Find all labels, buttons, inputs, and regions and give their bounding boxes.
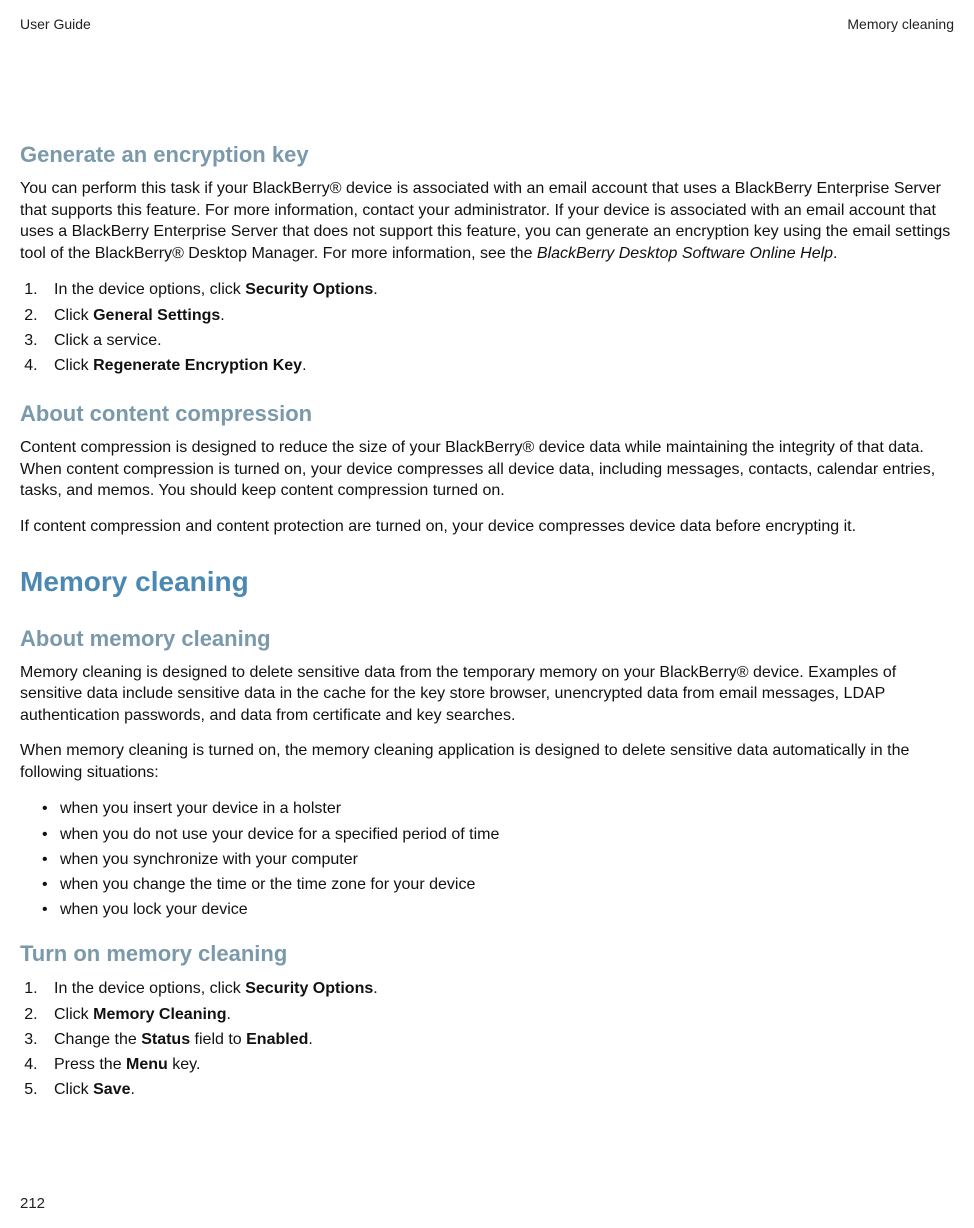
text: . xyxy=(130,1081,134,1098)
text-bold: Regenerate Encryption Key xyxy=(93,357,302,374)
steps-turn-on-memory-cleaning: In the device options, click Security Op… xyxy=(20,977,954,1101)
text: Change the xyxy=(54,1031,141,1048)
text: . xyxy=(373,980,377,997)
text: Click a service. xyxy=(54,332,162,349)
text: . xyxy=(833,245,837,262)
text-bold: General Settings xyxy=(93,307,220,324)
list-item: In the device options, click Security Op… xyxy=(42,278,954,301)
bullet-list-memory-cleaning-situations: when you insert your device in a holster… xyxy=(20,797,954,921)
text: when you lock your device xyxy=(60,901,248,918)
document-page: User Guide Memory cleaning Generate an e… xyxy=(0,0,974,1228)
paragraph: Content compression is designed to reduc… xyxy=(20,437,954,502)
paragraph: If content compression and content prote… xyxy=(20,516,954,538)
text: when you change the time or the time zon… xyxy=(60,876,475,893)
page-header: User Guide Memory cleaning xyxy=(20,16,954,32)
paragraph: You can perform this task if your BlackB… xyxy=(20,178,954,264)
text: when you do not use your device for a sp… xyxy=(60,826,499,843)
list-item: In the device options, click Security Op… xyxy=(42,977,954,1000)
text: Click xyxy=(54,1006,93,1023)
text: Click xyxy=(54,1081,93,1098)
heading-about-memory-cleaning: About memory cleaning xyxy=(20,626,954,652)
text-bold: Status xyxy=(141,1031,190,1048)
text: Click xyxy=(54,357,93,374)
text: . xyxy=(302,357,306,374)
list-item: Click General Settings. xyxy=(42,304,954,327)
list-item: when you do not use your device for a sp… xyxy=(42,823,954,846)
header-right: Memory cleaning xyxy=(847,16,954,32)
steps-generate-encryption-key: In the device options, click Security Op… xyxy=(20,278,954,377)
list-item: Click a service. xyxy=(42,329,954,352)
list-item: Change the Status field to Enabled. xyxy=(42,1028,954,1051)
text: In the device options, click xyxy=(54,980,245,997)
list-item: when you change the time or the time zon… xyxy=(42,873,954,896)
paragraph: Memory cleaning is designed to delete se… xyxy=(20,662,954,727)
text-bold: Menu xyxy=(126,1056,168,1073)
list-item: when you synchronize with your computer xyxy=(42,848,954,871)
text: Press the xyxy=(54,1056,126,1073)
list-item: when you lock your device xyxy=(42,898,954,921)
heading-memory-cleaning: Memory cleaning xyxy=(20,566,954,598)
text: . xyxy=(373,281,377,298)
text-bold: Save xyxy=(93,1081,130,1098)
text: field to xyxy=(190,1031,246,1048)
page-number: 212 xyxy=(20,1195,45,1212)
text: In the device options, click xyxy=(54,281,245,298)
text: key. xyxy=(168,1056,201,1073)
paragraph: When memory cleaning is turned on, the m… xyxy=(20,740,954,783)
text: when you insert your device in a holster xyxy=(60,800,341,817)
header-left: User Guide xyxy=(20,16,91,32)
text: when you synchronize with your computer xyxy=(60,851,358,868)
text-bold: Security Options xyxy=(245,980,373,997)
list-item: Click Save. xyxy=(42,1078,954,1101)
heading-about-content-compression: About content compression xyxy=(20,401,954,427)
list-item: Click Memory Cleaning. xyxy=(42,1003,954,1026)
text: Click xyxy=(54,307,93,324)
text-italic: BlackBerry Desktop Software Online Help xyxy=(537,245,833,262)
heading-generate-encryption-key: Generate an encryption key xyxy=(20,142,954,168)
text-bold: Security Options xyxy=(245,281,373,298)
list-item: when you insert your device in a holster xyxy=(42,797,954,820)
text-bold: Enabled xyxy=(246,1031,308,1048)
text-bold: Memory Cleaning xyxy=(93,1006,226,1023)
list-item: Click Regenerate Encryption Key. xyxy=(42,354,954,377)
text: . xyxy=(226,1006,230,1023)
list-item: Press the Menu key. xyxy=(42,1053,954,1076)
text: . xyxy=(220,307,224,324)
heading-turn-on-memory-cleaning: Turn on memory cleaning xyxy=(20,941,954,967)
text: . xyxy=(308,1031,312,1048)
